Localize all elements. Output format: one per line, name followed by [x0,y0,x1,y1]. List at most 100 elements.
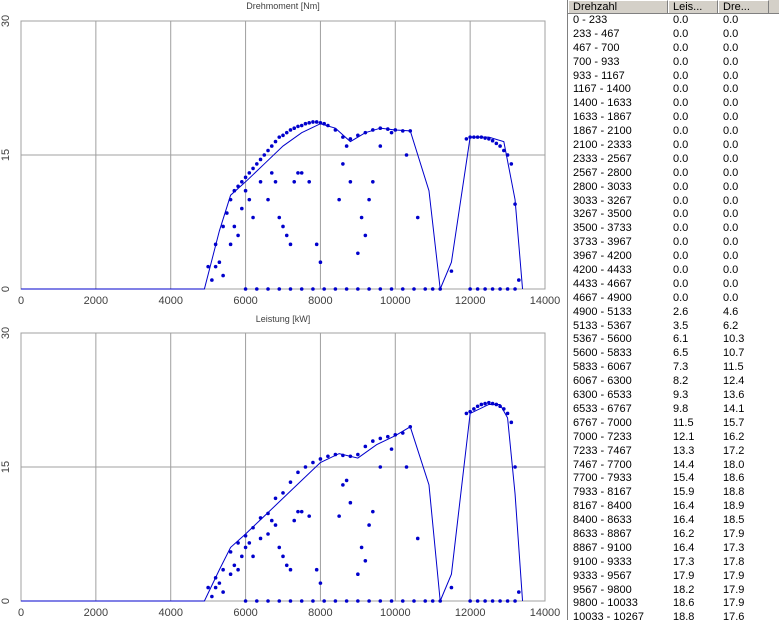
data-point [449,585,454,590]
table-row[interactable]: 6300 - 6533 9.3 13.6 [568,389,779,403]
data-point [236,233,240,238]
data-point [367,599,371,603]
table-row[interactable]: 9100 - 9333 17.3 17.8 [568,556,779,570]
cell-drehmoment: 0.0 [723,41,739,54]
table-row[interactable]: 8400 - 8633 16.4 18.5 [568,514,779,528]
data-point [483,401,487,406]
cell-drehmoment: 14.1 [723,402,745,415]
data-point [498,287,502,291]
data-point [247,171,252,175]
table-row[interactable]: 3500 - 3733 0.0 0.0 [568,222,779,236]
data-point [359,215,364,220]
data-point [464,411,469,416]
data-point [389,130,394,135]
table-row[interactable]: 933 - 1167 0.0 0.0 [568,70,779,84]
data-point [236,541,240,545]
data-point [232,563,237,568]
table-row[interactable]: 5133 - 5367 3.5 6.2 [568,320,779,334]
data-point [228,572,233,576]
data-point [236,184,240,189]
cell-drehmoment: 0.0 [723,14,739,26]
table-row[interactable]: 1167 - 1400 0.0 0.0 [568,83,779,97]
table-row[interactable]: 2567 - 2800 0.0 0.0 [568,167,779,181]
data-point [475,287,480,291]
table-row[interactable]: 9567 - 9800 18.2 17.9 [568,584,779,598]
table-row[interactable]: 3267 - 3500 0.0 0.0 [568,208,779,222]
table-row[interactable]: 8633 - 8867 16.2 17.9 [568,528,779,542]
table-row[interactable]: 700 - 933 0.0 0.0 [568,56,779,70]
data-point [356,572,360,576]
data-point [243,599,248,603]
table-row[interactable]: 5367 - 5600 6.1 10.3 [568,333,779,347]
data-point [404,465,409,469]
cell-drehzahl: 8867 - 9100 [573,541,632,554]
table-row[interactable]: 3733 - 3967 0.0 0.0 [568,236,779,250]
data-point [344,144,349,148]
data-point [502,407,506,411]
column-header-drehmoment[interactable]: Dre... [718,0,769,13]
table-row[interactable]: 6533 - 6767 9.8 14.1 [568,403,779,417]
table-row[interactable]: 6767 - 7000 11.5 15.7 [568,417,779,431]
table-row[interactable]: 7233 - 7467 13.3 17.2 [568,445,779,459]
table-row[interactable]: 233 - 467 0.0 0.0 [568,28,779,42]
table-row[interactable]: 4200 - 4433 0.0 0.0 [568,264,779,278]
data-point [266,599,270,603]
table-row[interactable]: 7933 - 8167 15.9 18.8 [568,486,779,500]
table-row[interactable]: 7700 - 7933 15.4 18.6 [568,472,779,486]
table-row[interactable]: 10033 - 10267 18.8 17.6 [568,611,779,620]
cell-leistung: 12.1 [673,430,695,443]
table-row[interactable]: 8867 - 9100 16.4 17.3 [568,542,779,556]
data-point [371,509,375,514]
table-row[interactable]: 8167 - 8400 16.4 18.9 [568,500,779,514]
cell-drehmoment: 10.3 [723,333,745,346]
cell-drehzahl: 2333 - 2567 [573,152,632,165]
table-row[interactable]: 5600 - 5833 6.5 10.7 [568,347,779,361]
cell-drehzahl: 4200 - 4433 [573,264,632,277]
cell-leistung: 11.5 [673,416,694,429]
table-row[interactable]: 1400 - 1633 0.0 0.0 [568,97,779,111]
data-point [284,233,289,238]
table-row[interactable]: 4433 - 4667 0.0 0.0 [568,278,779,292]
table-row[interactable]: 2100 - 2333 0.0 0.0 [568,139,779,153]
data-table[interactable]: Drehzahl Leis... Dre... 0 - 233 0.0 0.0 233… [567,0,779,620]
table-row[interactable]: 3967 - 4200 0.0 0.0 [568,250,779,264]
cell-leistung: 2.6 [673,305,689,318]
data-point [281,224,285,229]
cell-drehzahl: 4667 - 4900 [573,291,632,304]
x-tick-label: 2000 [84,607,108,619]
column-header-leistung[interactable]: Leis... [668,0,718,13]
data-point [333,287,338,291]
x-tick-label: 12000 [455,607,486,619]
data-point [243,533,248,538]
data-point [243,287,248,291]
table-row[interactable]: 0 - 233 0.0 0.0 [568,14,779,28]
data-point [400,287,405,291]
table-row[interactable]: 6067 - 6300 8.2 12.4 [568,375,779,389]
cell-leistung: 0.0 [673,69,689,82]
cell-drehmoment: 0.0 [723,277,739,290]
table-row[interactable]: 3033 - 3267 0.0 0.0 [568,195,779,209]
table-row[interactable]: 1867 - 2100 0.0 0.0 [568,125,779,139]
table-row[interactable]: 4900 - 5133 2.6 4.6 [568,306,779,320]
table-row[interactable]: 1633 - 1867 0.0 0.0 [568,111,779,125]
table-row[interactable]: 4667 - 4900 0.0 0.0 [568,292,779,306]
data-point [277,599,282,603]
table-row[interactable]: 2333 - 2567 0.0 0.0 [568,153,779,167]
table-row[interactable]: 2800 - 3033 0.0 0.0 [568,181,779,195]
cell-drehzahl: 7233 - 7467 [573,444,632,457]
cell-leistung: 6.1 [673,333,689,346]
data-point [505,287,510,291]
table-row[interactable]: 467 - 700 0.0 0.0 [568,42,779,56]
table-row[interactable]: 9333 - 9567 17.9 17.9 [568,570,779,584]
cell-drehmoment: 0.0 [723,111,739,124]
table-row[interactable]: 7467 - 7700 14.4 18.0 [568,459,779,473]
data-point [363,130,368,135]
y-tick-label: 15 [0,149,12,161]
data-point [430,599,435,603]
cell-leistung: 0.0 [673,208,689,221]
column-header-drehzahl[interactable]: Drehzahl [568,0,668,13]
table-row[interactable]: 7000 - 7233 12.1 16.2 [568,431,779,445]
table-row[interactable]: 9800 - 10033 18.6 17.9 [568,597,779,611]
data-point [333,599,338,603]
table-row[interactable]: 5833 - 6067 7.3 11.5 [568,361,779,375]
